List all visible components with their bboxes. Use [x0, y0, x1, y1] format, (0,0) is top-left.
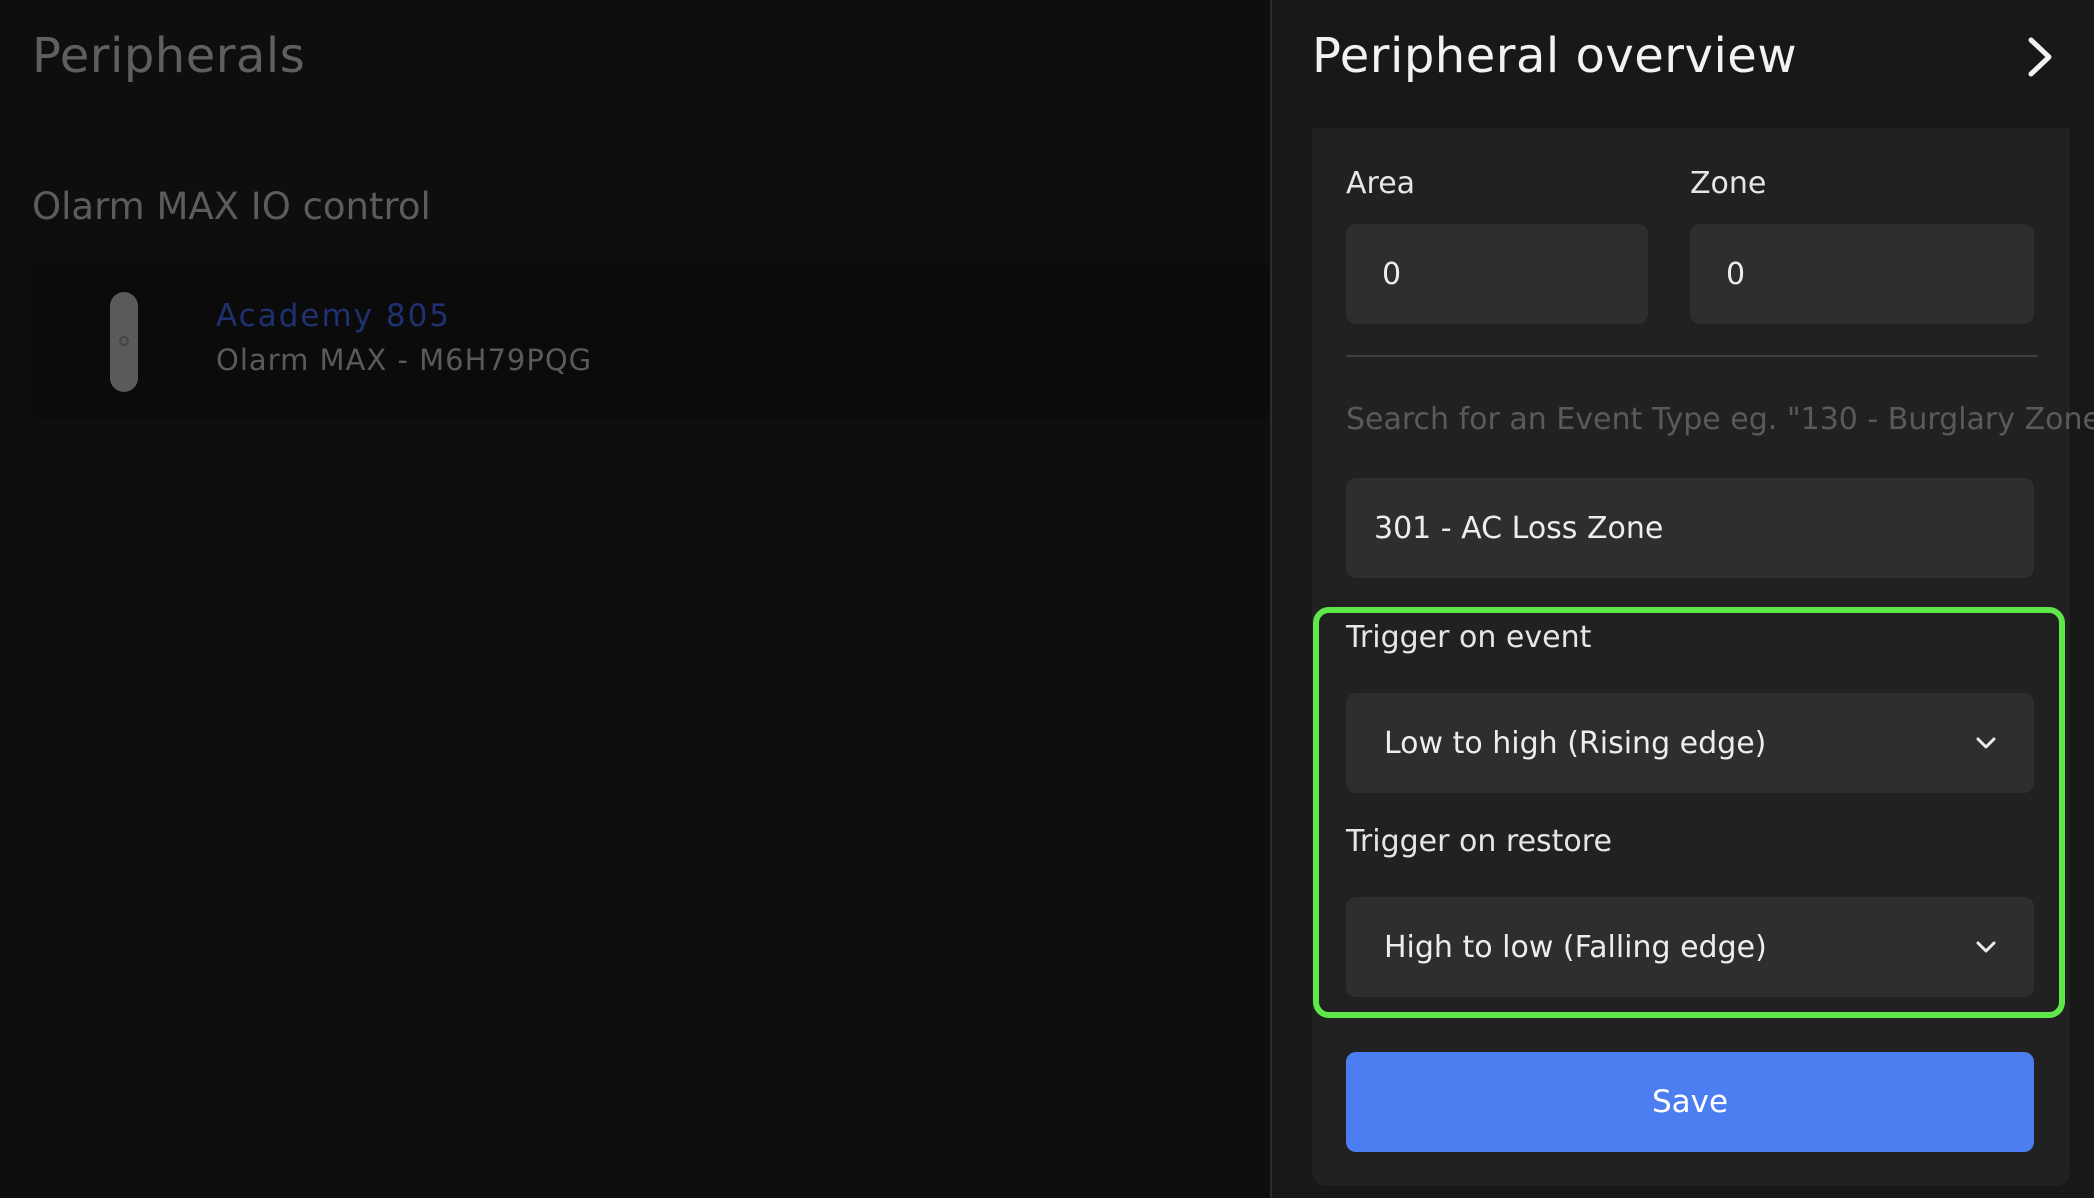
device-subtitle: Olarm MAX - M6H79PQG [216, 343, 593, 377]
event-search-hint: Search for an Event Type eg. "130 - Burg… [1346, 402, 2094, 437]
device-dot [119, 336, 129, 346]
chevron-right-icon[interactable] [2022, 34, 2058, 80]
chevron-down-icon [1974, 731, 1998, 755]
trigger-restore-select[interactable]: High to low (Falling edge) [1346, 897, 2034, 997]
device-name[interactable]: Academy 805 [216, 298, 451, 334]
zone-input[interactable]: 0 [1690, 224, 2034, 324]
section-title: Olarm MAX IO control [32, 185, 431, 228]
trigger-event-label: Trigger on event [1346, 620, 1592, 655]
event-type-input[interactable]: 301 - AC Loss Zone [1346, 478, 2034, 578]
trigger-event-value: Low to high (Rising edge) [1384, 725, 1767, 761]
panel-title: Peripheral overview [1312, 28, 1798, 84]
trigger-event-select[interactable]: Low to high (Rising edge) [1346, 693, 2034, 793]
section-divider [1346, 355, 2038, 357]
device-remote-icon [110, 292, 138, 392]
trigger-restore-label: Trigger on restore [1346, 824, 1612, 859]
peripherals-page [0, 0, 1270, 1198]
save-button[interactable]: Save [1346, 1052, 2034, 1152]
trigger-restore-value: High to low (Falling edge) [1384, 929, 1767, 965]
chevron-down-icon [1974, 935, 1998, 959]
device-card[interactable] [32, 264, 1270, 420]
area-input[interactable]: 0 [1346, 224, 1648, 324]
page-title: Peripherals [32, 28, 306, 84]
area-label: Area [1346, 166, 1416, 201]
zone-label: Zone [1690, 166, 1767, 201]
